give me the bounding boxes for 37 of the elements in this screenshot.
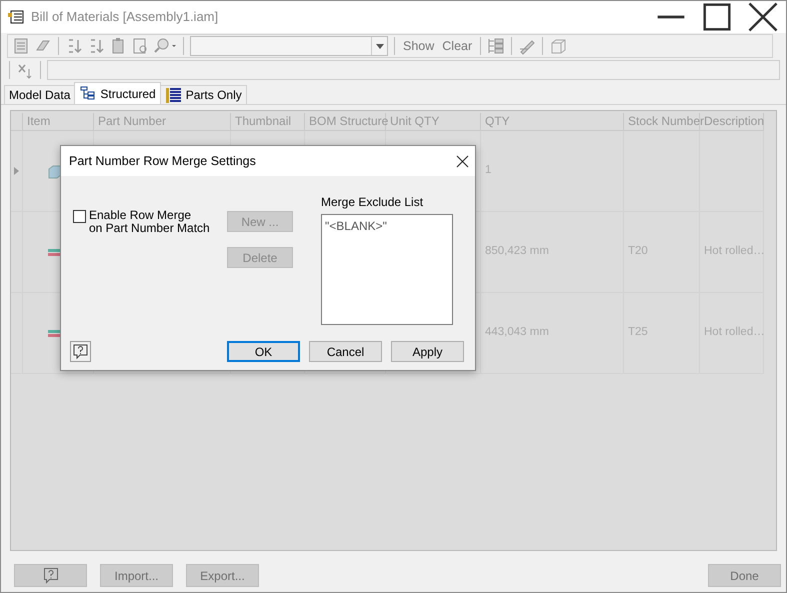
column-header[interactable]: BOM Structure <box>305 113 386 131</box>
document-icon[interactable] <box>131 37 149 55</box>
tree-icon <box>79 85 96 102</box>
cube-icon <box>47 163 63 179</box>
cancel-button[interactable]: Cancel <box>309 341 382 362</box>
list-label: Merge Exclude List <box>321 194 424 211</box>
tab[interactable]: Parts Only <box>160 85 247 104</box>
column-header[interactable]: Part Number <box>94 113 231 131</box>
help-icon <box>42 567 58 584</box>
cube-icon[interactable] <box>549 37 568 55</box>
help-icon[interactable] <box>70 341 91 362</box>
checkbox-label[interactable]: Enable Row Merge on Part Number Match <box>89 209 210 235</box>
dialog-title: Part Number Row Merge Settings <box>69 152 256 170</box>
column-header[interactable]: Unit QTY <box>386 113 481 131</box>
app-icon <box>7 8 25 26</box>
sheet-icon[interactable] <box>12 37 30 55</box>
tab[interactable]: Model Data <box>4 85 76 104</box>
row-header[interactable] <box>11 131 23 212</box>
caret-icon[interactable] <box>374 42 384 50</box>
column-header[interactable]: Thumbnail <box>231 113 305 131</box>
formula-field[interactable] <box>47 60 780 80</box>
exclude-list[interactable]: "<BLANK>" <box>321 214 453 325</box>
close-icon[interactable] <box>456 154 469 168</box>
list-icon[interactable] <box>487 37 506 55</box>
apply-button[interactable]: Apply <box>391 341 464 362</box>
help-button[interactable] <box>14 564 87 587</box>
window-title: Bill of Materials [Assembly1.iam] <box>31 8 220 26</box>
find-icon[interactable] <box>153 37 177 55</box>
checkbox[interactable] <box>73 210 86 223</box>
header-corner <box>11 113 23 131</box>
expand-icon[interactable] <box>13 167 20 175</box>
ok-button[interactable]: OK <box>227 341 300 362</box>
list-item[interactable]: "<BLANK>" <box>325 217 449 235</box>
column-header[interactable]: QTY <box>481 113 624 131</box>
list-icon <box>164 86 182 104</box>
tab[interactable]: Structured <box>74 82 161 104</box>
column-header[interactable]: Item <box>23 113 94 131</box>
